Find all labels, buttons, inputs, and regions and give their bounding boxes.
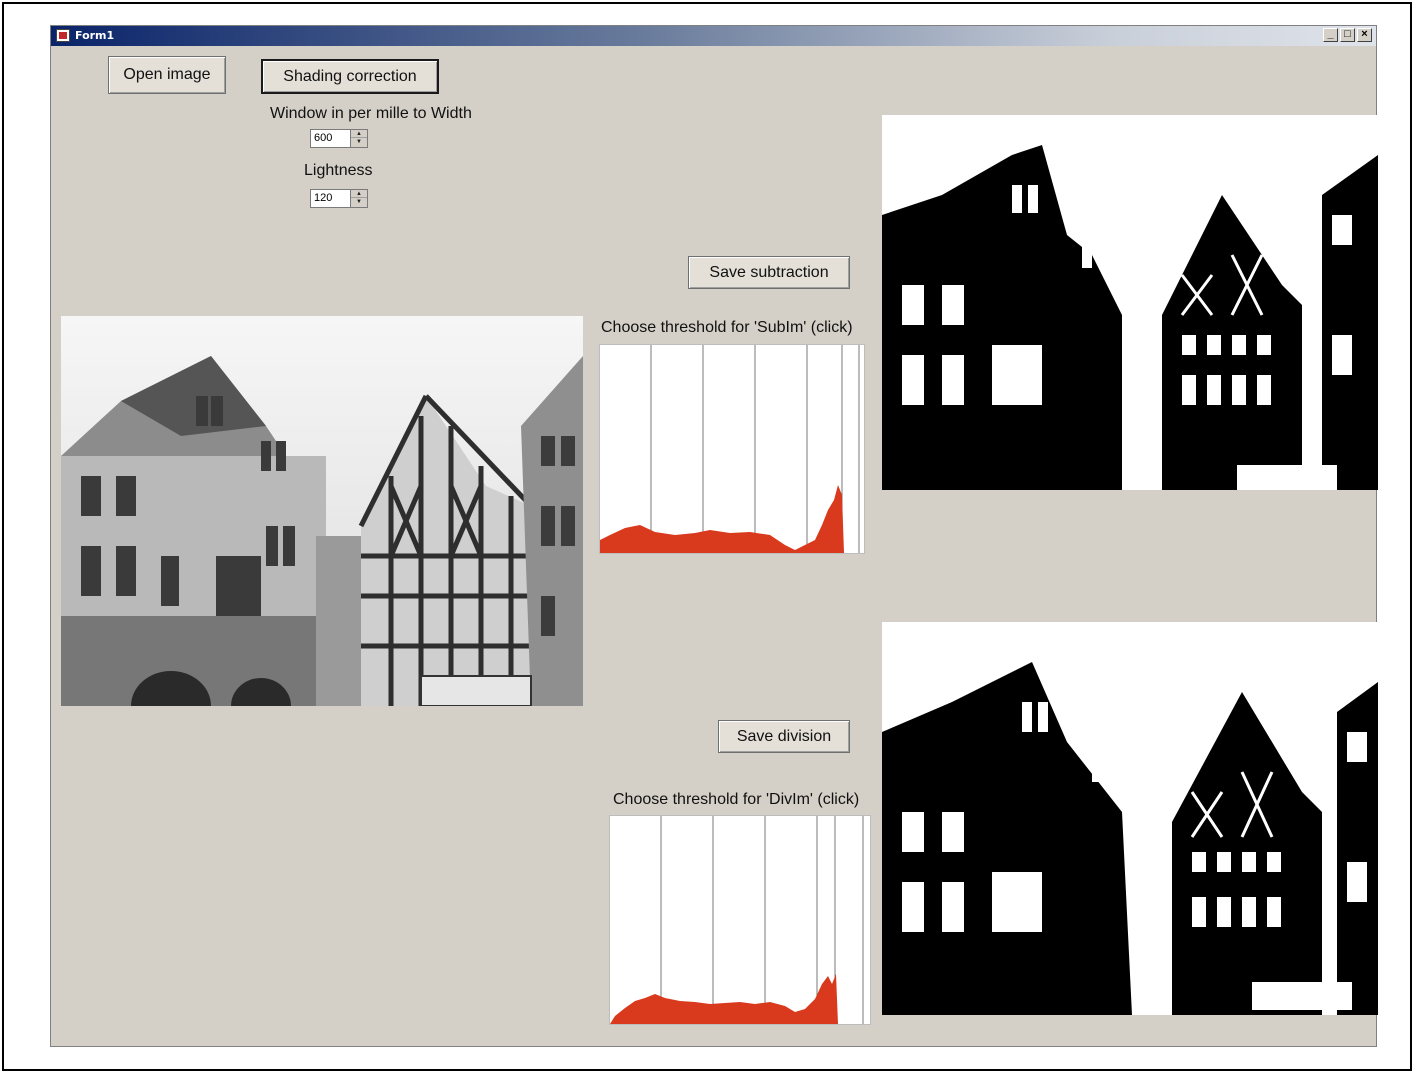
shading-correction-button[interactable]: Shading correction (261, 59, 439, 94)
form-window: Form1 _ □ × Open image Shading correction … (50, 25, 1378, 1047)
window-per-mille-spinner[interactable]: 600 ▲ ▼ (310, 129, 368, 148)
spinner-up-arrow-icon[interactable]: ▲ (351, 190, 367, 198)
division-result-image (882, 622, 1378, 1015)
maximize-button[interactable]: □ (1340, 28, 1355, 42)
subim-histogram-chart[interactable] (600, 345, 864, 553)
subim-histogram[interactable] (599, 344, 865, 554)
original-image (61, 316, 583, 706)
window-per-mille-label: Window in per mille to Width (270, 105, 472, 122)
minimize-button[interactable]: _ (1323, 28, 1338, 42)
divim-threshold-label: Choose threshold for 'DivIm' (click) (613, 791, 860, 808)
window-per-mille-value[interactable]: 600 (314, 132, 332, 144)
lightness-value[interactable]: 120 (314, 192, 332, 204)
title-bar[interactable]: Form1 _ □ × (51, 26, 1376, 46)
divim-histogram-chart[interactable] (610, 816, 870, 1024)
lightness-label: Lightness (304, 162, 373, 179)
divim-histogram[interactable] (609, 815, 871, 1025)
spinner-down-arrow-icon[interactable]: ▼ (351, 198, 367, 206)
subtraction-result-image (882, 115, 1378, 490)
app-icon (56, 29, 70, 42)
subim-threshold-label: Choose threshold for 'SubIm' (click) (601, 319, 853, 336)
spinner-down-arrow-icon[interactable]: ▼ (351, 138, 367, 146)
open-image-button[interactable]: Open image (108, 56, 226, 94)
lightness-spinner[interactable]: 120 ▲ ▼ (310, 189, 368, 208)
caption-buttons: _ □ × (1321, 28, 1372, 44)
close-button[interactable]: × (1357, 28, 1372, 42)
save-division-button[interactable]: Save division (718, 720, 850, 753)
save-subtraction-button[interactable]: Save subtraction (688, 256, 850, 289)
spinner-up-arrow-icon[interactable]: ▲ (351, 130, 367, 138)
spinner-arrows: ▲ ▼ (350, 130, 367, 147)
window-title: Form1 (75, 29, 115, 42)
spinner-arrows: ▲ ▼ (350, 190, 367, 207)
